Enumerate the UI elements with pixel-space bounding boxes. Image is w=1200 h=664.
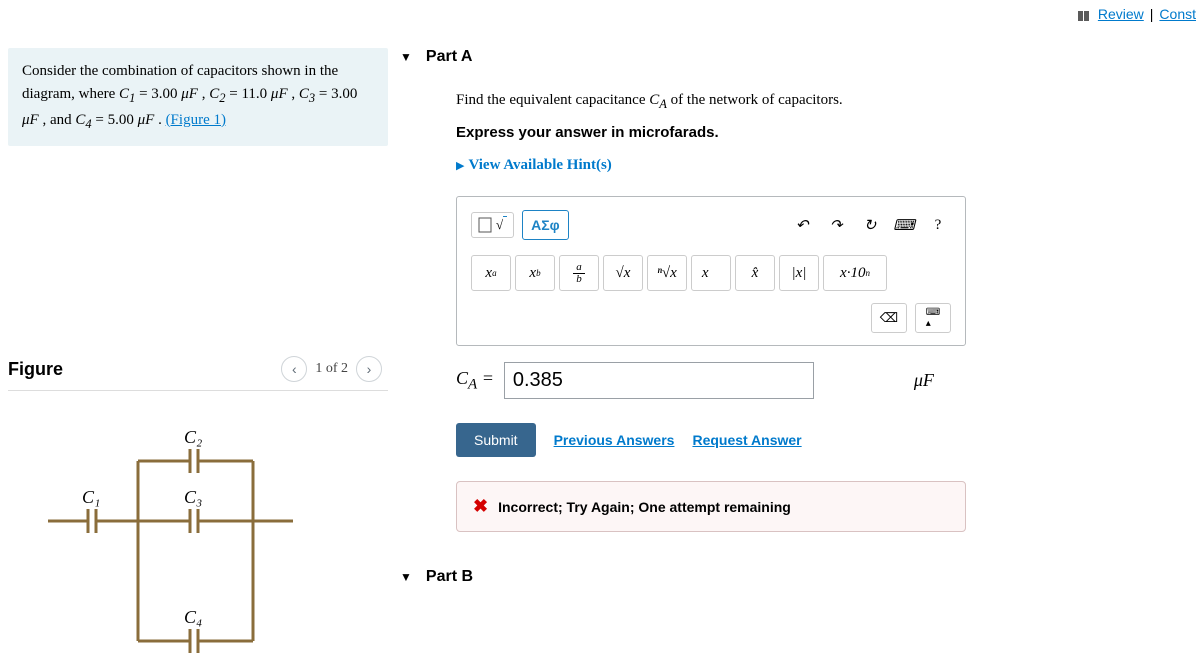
answer-label: CA = — [456, 368, 494, 394]
bars-icon — [1078, 8, 1092, 20]
incorrect-icon: ✖ — [473, 496, 488, 517]
sym-abs[interactable]: |x| — [779, 255, 819, 291]
answer-unit: μF — [914, 370, 934, 391]
help-button[interactable]: ? — [925, 207, 951, 243]
feedback-box: ✖ Incorrect; Try Again; One attempt rema… — [456, 481, 966, 532]
figure-page: 1 of 2 — [315, 361, 348, 377]
feedback-text: Incorrect; Try Again; One attempt remain… — [498, 499, 791, 515]
templates-tab[interactable]: √ — [471, 212, 514, 238]
instruction-text: Express your answer in microfarads. — [456, 124, 1190, 141]
topbar-sep: | — [1150, 6, 1154, 22]
circuit-diagram: C₁ C₂ C₃ C₄ — [8, 421, 388, 664]
answer-input[interactable] — [504, 362, 814, 399]
sym-sci[interactable]: x·10n — [823, 255, 887, 291]
figure-title: Figure — [8, 359, 63, 380]
symbols-tab[interactable]: ΑΣφ — [522, 210, 569, 240]
undo-button[interactable]: ↶ — [789, 207, 815, 243]
review-link[interactable]: Review — [1098, 6, 1144, 22]
svg-text:C₁: C₁ — [82, 487, 100, 507]
sym-fraction[interactable]: ab — [559, 255, 599, 291]
previous-answers-link[interactable]: Previous Answers — [554, 432, 675, 448]
request-answer-link[interactable]: Request Answer — [692, 432, 801, 448]
question-text: Find the equivalent capacitance CA of th… — [456, 92, 1190, 112]
svg-text:C₄: C₄ — [184, 607, 202, 627]
backspace-button[interactable]: ⌫ — [871, 303, 907, 333]
equation-editor: √ ΑΣφ ↶ ↷ ↻ ⌨ ? xa xb ab √x ⁿ√x x⃗ x̂ — [456, 196, 966, 346]
sym-superscript[interactable]: xa — [471, 255, 511, 291]
figure-link[interactable]: (Figure 1) — [166, 112, 226, 128]
problem-statement: Consider the combination of capacitors s… — [8, 48, 388, 146]
sym-nthroot[interactable]: ⁿ√x — [647, 255, 687, 291]
sym-sqrt[interactable]: √x — [603, 255, 643, 291]
collapse-icon-b[interactable]: ▼ — [400, 570, 412, 584]
sym-subscript[interactable]: xb — [515, 255, 555, 291]
keyboard2-button[interactable]: ⌨▴ — [915, 303, 951, 333]
figure-prev-button[interactable]: ‹ — [281, 356, 307, 382]
redo-button[interactable]: ↷ — [823, 207, 849, 243]
sym-vector[interactable]: x⃗ — [691, 255, 731, 291]
hints-toggle[interactable]: ▶View Available Hint(s) — [456, 157, 1190, 174]
svg-text:C₃: C₃ — [184, 487, 202, 507]
collapse-icon[interactable]: ▼ — [400, 50, 412, 64]
sym-hat[interactable]: x̂ — [735, 255, 775, 291]
reset-button[interactable]: ↻ — [857, 207, 883, 243]
keyboard-button[interactable]: ⌨ — [891, 207, 917, 243]
constants-link[interactable]: Const — [1159, 6, 1196, 22]
submit-button[interactable]: Submit — [456, 423, 536, 457]
part-a-title: Part A — [426, 48, 473, 66]
svg-text:C₂: C₂ — [184, 427, 202, 447]
part-b-title: Part B — [426, 568, 473, 586]
figure-next-button[interactable]: › — [356, 356, 382, 382]
